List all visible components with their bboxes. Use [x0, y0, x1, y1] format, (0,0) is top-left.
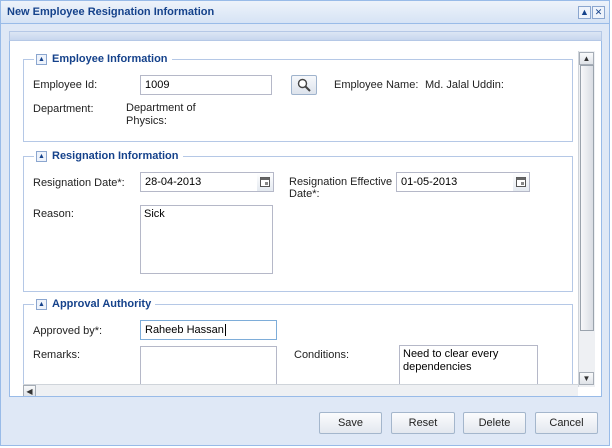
- form-toolbar-strip: [9, 31, 602, 41]
- reason-textarea[interactable]: Sick: [140, 205, 273, 274]
- form-scroll-area: ▲ Employee Information Employee Id: 1009 …: [9, 41, 602, 397]
- caret-up-icon[interactable]: ▲: [578, 6, 591, 19]
- effective-date-picker[interactable]: [513, 172, 530, 192]
- resignation-date-picker[interactable]: [257, 172, 274, 192]
- resignation-information-legend[interactable]: ▲ Resignation Information: [34, 149, 183, 163]
- collapse-toggle-icon[interactable]: ▲: [36, 298, 47, 310]
- cancel-button[interactable]: Cancel: [535, 412, 598, 434]
- effective-date-label: Resignation Effective Date*:: [289, 176, 393, 200]
- horizontal-scrollbar[interactable]: ◀: [23, 384, 578, 396]
- employee-name-label: Employee Name:: [334, 79, 419, 91]
- window-title: New Employee Resignation Information: [7, 6, 215, 18]
- employee-search-button[interactable]: [291, 75, 317, 95]
- conditions-label: Conditions:: [294, 349, 350, 361]
- calendar-icon: [260, 177, 270, 187]
- collapse-toggle-icon[interactable]: ▲: [36, 150, 47, 162]
- employee-id-input[interactable]: 1009: [140, 75, 272, 95]
- resignation-date-input[interactable]: 28-04-2013: [140, 172, 258, 192]
- collapse-toggle-icon[interactable]: ▲: [36, 53, 47, 65]
- department-value: Department of Physics:: [126, 102, 196, 127]
- reset-button[interactable]: Reset: [391, 412, 455, 434]
- approved-by-value: Raheeb Hassan: [145, 324, 224, 336]
- vertical-scroll-thumb[interactable]: [580, 65, 594, 331]
- vertical-scrollbar[interactable]: ▲ ▼: [578, 51, 595, 387]
- approval-authority-title: Approval Authority: [52, 298, 152, 310]
- close-icon[interactable]: ✕: [592, 6, 605, 19]
- remarks-label: Remarks:: [33, 349, 81, 361]
- employee-information-title: Employee Information: [52, 53, 168, 65]
- reason-label: Reason:: [33, 208, 74, 220]
- scroll-left-arrow-icon[interactable]: ◀: [23, 385, 36, 396]
- employee-information-legend[interactable]: ▲ Employee Information: [34, 52, 172, 66]
- save-button[interactable]: Save: [319, 412, 382, 434]
- department-label: Department:: [33, 103, 94, 115]
- scroll-down-arrow-icon[interactable]: ▼: [579, 372, 594, 385]
- employee-name-value: Md. Jalal Uddin:: [425, 79, 504, 91]
- window-titlebar[interactable]: New Employee Resignation Information ▲ ✕: [1, 1, 609, 24]
- text-cursor: [224, 324, 226, 336]
- calendar-icon: [516, 177, 526, 187]
- resignation-information-title: Resignation Information: [52, 150, 179, 162]
- approved-by-input[interactable]: Raheeb Hassan: [140, 320, 277, 340]
- magnifier-icon: [297, 78, 311, 92]
- approved-by-label: Approved by*:: [33, 325, 103, 337]
- delete-button[interactable]: Delete: [463, 412, 526, 434]
- resignation-date-label: Resignation Date*:: [33, 177, 125, 189]
- effective-date-input[interactable]: 01-05-2013: [396, 172, 514, 192]
- scroll-up-arrow-icon[interactable]: ▲: [579, 52, 594, 65]
- employee-information-fieldset: ▲ Employee Information: [23, 52, 573, 142]
- resignation-window: New Employee Resignation Information ▲ ✕…: [0, 0, 610, 446]
- employee-id-label: Employee Id:: [33, 79, 98, 91]
- approval-authority-legend[interactable]: ▲ Approval Authority: [34, 297, 156, 311]
